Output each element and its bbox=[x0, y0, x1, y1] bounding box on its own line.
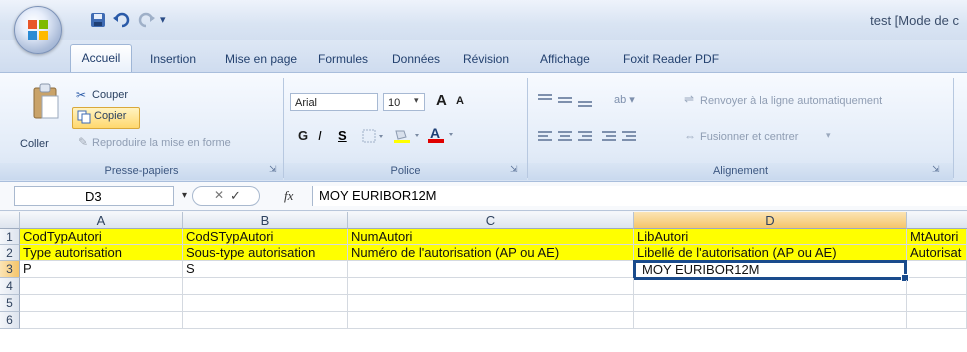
office-logo-icon bbox=[28, 20, 48, 40]
cell-d1[interactable]: LibAutori bbox=[634, 229, 907, 245]
window-title: test [Mode de c bbox=[870, 13, 959, 28]
cell-a5[interactable] bbox=[20, 295, 183, 312]
paste-label[interactable]: Coller bbox=[20, 138, 49, 150]
formula-button-pill bbox=[192, 186, 260, 206]
cell-a4[interactable] bbox=[20, 278, 183, 295]
row-header-5[interactable]: 5 bbox=[0, 295, 20, 312]
svg-text:A: A bbox=[430, 126, 440, 141]
font-color-icon[interactable]: A bbox=[426, 126, 456, 144]
cell-e2[interactable]: Autorisat bbox=[907, 245, 967, 261]
tab-accueil[interactable]: Accueil bbox=[70, 44, 132, 73]
copy-icon bbox=[77, 110, 91, 124]
cell-d4[interactable] bbox=[634, 280, 907, 295]
font-launcher-icon[interactable]: ⇲ bbox=[510, 164, 518, 175]
cell-d2[interactable]: Libellé de l'autorisation (AP ou AE) bbox=[634, 245, 907, 261]
cell-c3[interactable] bbox=[348, 261, 634, 278]
column-header-d[interactable]: D bbox=[634, 212, 907, 229]
cell-c1[interactable]: NumAutori bbox=[348, 229, 634, 245]
cut-icon[interactable]: ✂ bbox=[76, 88, 86, 102]
cell-b1[interactable]: CodSTypAutori bbox=[183, 229, 348, 245]
format-painter-icon[interactable]: ✎ bbox=[78, 135, 88, 149]
column-header-e[interactable] bbox=[907, 212, 967, 229]
cell-c6[interactable] bbox=[348, 312, 634, 329]
wrap-text-button[interactable]: Renvoyer à la ligne automatiquement bbox=[700, 95, 882, 107]
name-box[interactable]: D3 bbox=[14, 186, 174, 206]
active-cell-d3[interactable]: MOY EURIBOR12M bbox=[633, 260, 907, 280]
merge-dropdown-icon[interactable]: ▾ bbox=[826, 130, 831, 141]
cell-c4[interactable] bbox=[348, 278, 634, 295]
cell-e4[interactable] bbox=[907, 278, 967, 295]
office-button[interactable] bbox=[14, 6, 62, 54]
underline-button[interactable]: S bbox=[338, 128, 347, 143]
enter-icon[interactable]: ✓ bbox=[230, 188, 241, 204]
paste-icon[interactable] bbox=[32, 82, 60, 122]
clipboard-launcher-icon[interactable]: ⇲ bbox=[269, 164, 277, 175]
row-header-3[interactable]: 3 bbox=[0, 261, 20, 278]
horizontal-align-icons[interactable] bbox=[536, 128, 652, 144]
cell-b6[interactable] bbox=[183, 312, 348, 329]
undo-icon[interactable] bbox=[112, 12, 132, 28]
borders-icon[interactable] bbox=[362, 129, 384, 143]
clipboard-group-label: Presse-papiers bbox=[0, 163, 283, 180]
cell-d6[interactable] bbox=[634, 312, 907, 329]
customize-qa-icon[interactable]: ▾ bbox=[160, 13, 166, 26]
font-group-label: Police bbox=[284, 163, 527, 180]
save-icon[interactable] bbox=[90, 12, 106, 28]
font-name-combo[interactable]: Arial bbox=[290, 93, 378, 111]
formula-input[interactable]: MOY EURIBOR12M bbox=[312, 186, 967, 206]
insert-function-icon[interactable]: fx bbox=[284, 188, 293, 204]
alignment-group-label: Alignement bbox=[528, 163, 953, 180]
cell-b4[interactable] bbox=[183, 278, 348, 295]
tab-insertion[interactable]: Insertion bbox=[150, 52, 196, 66]
cell-e5[interactable] bbox=[907, 295, 967, 312]
cut-button[interactable]: Couper bbox=[92, 89, 128, 101]
row-header-6[interactable]: 6 bbox=[0, 312, 20, 329]
cell-b3[interactable]: S bbox=[183, 261, 348, 278]
format-painter-button[interactable]: Reproduire la mise en forme bbox=[92, 137, 231, 149]
redo-icon[interactable] bbox=[136, 12, 156, 28]
cell-d5[interactable] bbox=[634, 295, 907, 312]
tab-donnees[interactable]: Données bbox=[392, 52, 440, 66]
cell-e1[interactable]: MtAutori bbox=[907, 229, 967, 245]
cell-a3[interactable]: P bbox=[20, 261, 183, 278]
column-header-c[interactable]: C bbox=[348, 212, 634, 229]
cell-e6[interactable] bbox=[907, 312, 967, 329]
column-header-a[interactable]: A bbox=[20, 212, 183, 229]
tab-foxit-reader-pdf[interactable]: Foxit Reader PDF bbox=[623, 52, 719, 66]
cell-e3[interactable] bbox=[907, 261, 967, 278]
merge-center-button[interactable]: Fusionner et centrer bbox=[700, 131, 798, 143]
row-header-4[interactable]: 4 bbox=[0, 278, 20, 295]
select-all-corner[interactable] bbox=[0, 212, 20, 229]
group-separator bbox=[953, 78, 954, 178]
tab-revision[interactable]: Révision bbox=[463, 52, 509, 66]
tab-affichage[interactable]: Affichage bbox=[540, 52, 590, 66]
shrink-font-button[interactable]: A bbox=[456, 95, 464, 107]
copy-label: Copier bbox=[94, 110, 127, 122]
cell-b5[interactable] bbox=[183, 295, 348, 312]
fill-color-icon[interactable] bbox=[392, 128, 422, 144]
row-header-1[interactable]: 1 bbox=[0, 229, 20, 245]
column-header-b[interactable]: B bbox=[183, 212, 348, 229]
merge-center-icon[interactable]: ⇔ bbox=[684, 129, 696, 143]
tab-mise-en-page[interactable]: Mise en page bbox=[225, 52, 297, 66]
bold-button[interactable]: G bbox=[298, 128, 308, 143]
wrap-text-icon[interactable]: ⇌ bbox=[684, 92, 694, 106]
alignment-launcher-icon[interactable]: ⇲ bbox=[932, 164, 940, 175]
name-box-dropdown-icon[interactable]: ▾ bbox=[182, 190, 187, 201]
cancel-icon[interactable]: ✕ bbox=[214, 188, 224, 202]
cell-a1[interactable]: CodTypAutori bbox=[20, 229, 183, 245]
cell-c2[interactable]: Numéro de l'autorisation (AP ou AE) bbox=[348, 245, 634, 261]
cell-a2[interactable]: Type autorisation bbox=[20, 245, 183, 261]
cell-c5[interactable] bbox=[348, 295, 634, 312]
font-size-dropdown-icon[interactable]: ▾ bbox=[414, 95, 419, 106]
tab-formules[interactable]: Formules bbox=[318, 52, 368, 66]
cell-b2[interactable]: Sous-type autorisation bbox=[183, 245, 348, 261]
orientation-icon[interactable]: ab ▾ bbox=[614, 93, 635, 106]
formula-buttons: ✕ ✓ fx bbox=[192, 186, 310, 206]
row-header-2[interactable]: 2 bbox=[0, 245, 20, 261]
vertical-align-icons[interactable] bbox=[536, 92, 608, 108]
italic-button[interactable]: I bbox=[318, 128, 322, 143]
grow-font-button[interactable]: A bbox=[436, 92, 447, 109]
cell-a6[interactable] bbox=[20, 312, 183, 329]
